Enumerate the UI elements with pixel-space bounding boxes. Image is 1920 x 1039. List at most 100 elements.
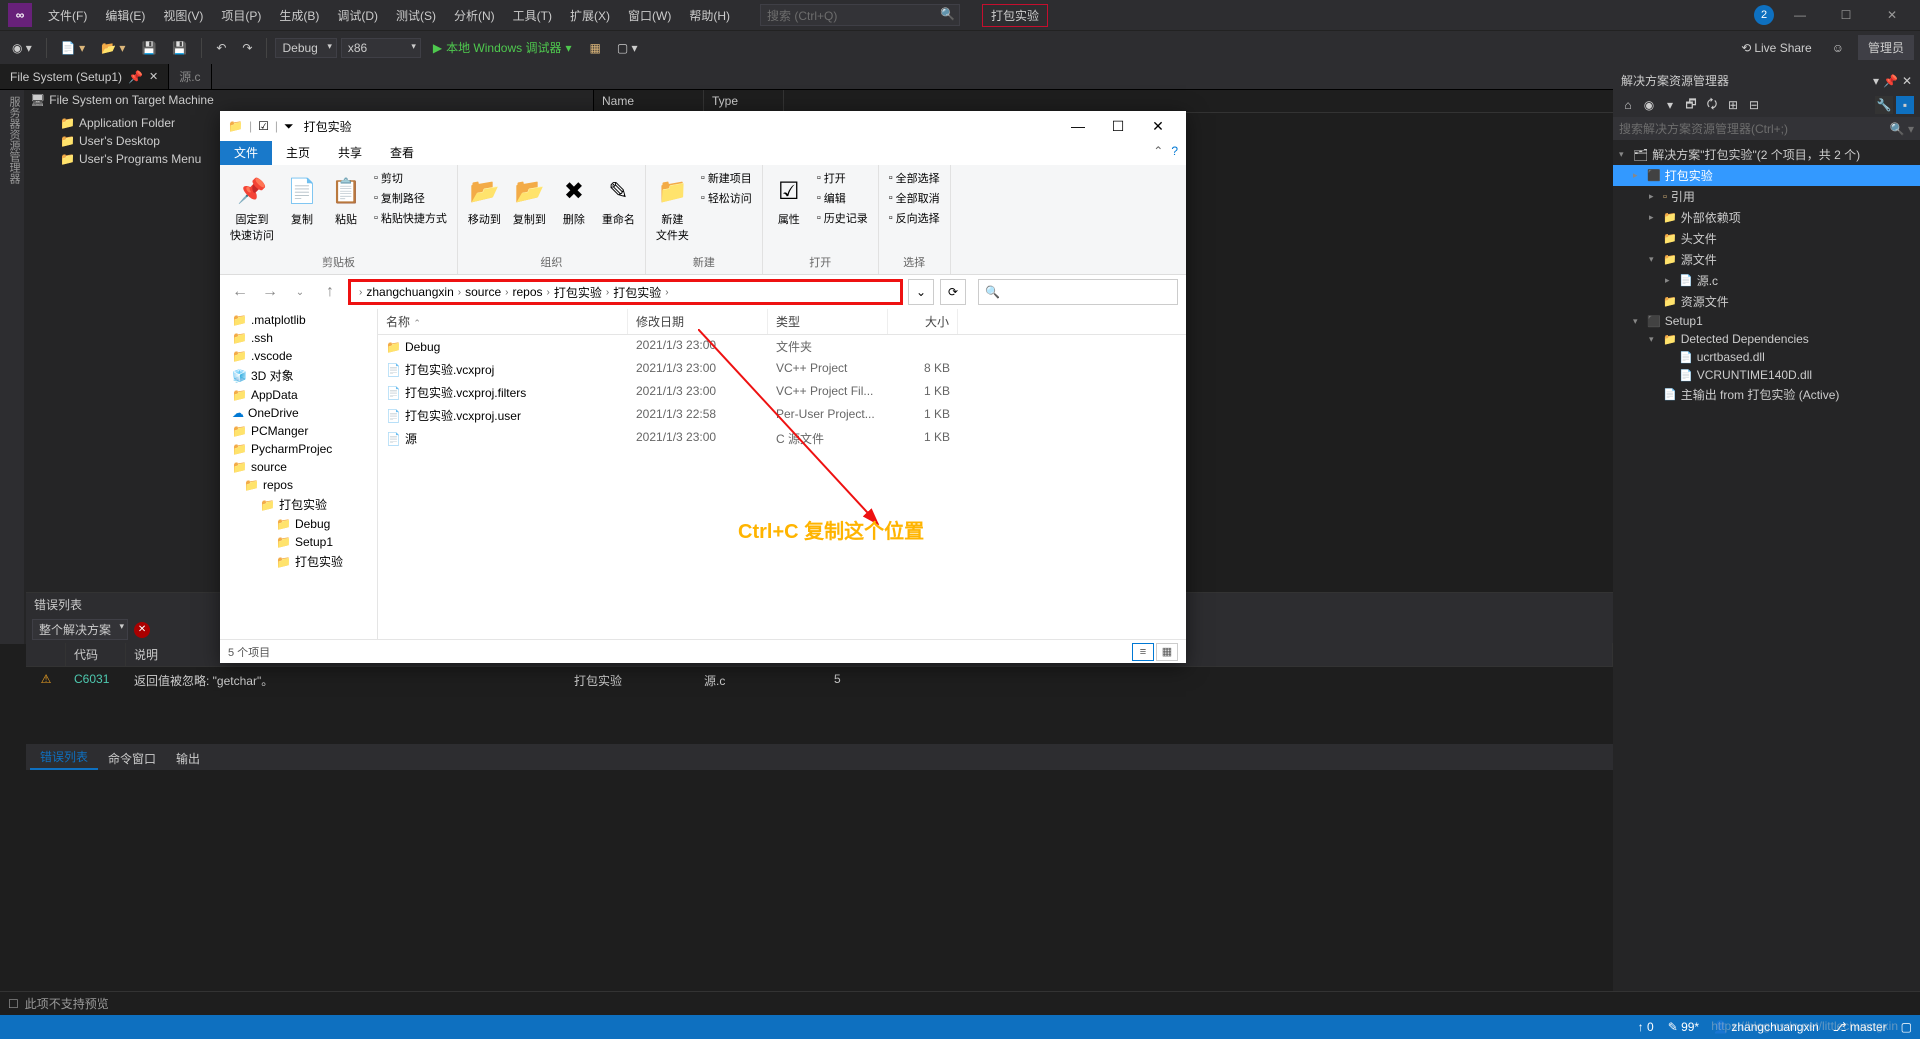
tree-node[interactable]: 📁Debug [220, 515, 377, 533]
expander-icon[interactable]: ▸ [1649, 191, 1659, 202]
home-icon[interactable]: ⌂ [1619, 96, 1637, 114]
run-button[interactable]: ▶ 本地 Windows 调试器 ▾ [425, 37, 580, 58]
col-name[interactable]: Name [594, 90, 704, 112]
save-all-button[interactable]: 💾 [166, 38, 193, 58]
ribbon-small-button[interactable]: ▫ 新建项目 [697, 169, 756, 187]
tree-node[interactable]: ☁OneDrive [220, 404, 377, 422]
ribbon-collapse-icon[interactable]: ⌃ [1153, 144, 1163, 162]
tree-node[interactable]: 📁source [220, 458, 377, 476]
col-type[interactable]: 类型 [768, 309, 888, 334]
live-share-button[interactable]: ⟲ Live Share [1735, 38, 1817, 58]
refresh-icon[interactable]: 🗘 [1703, 96, 1721, 114]
ribbon-button[interactable]: ✖删除 [554, 169, 594, 229]
menu-extensions[interactable]: 扩展(X) [562, 3, 618, 28]
config-dropdown[interactable]: Debug [275, 38, 336, 58]
save-button[interactable]: 💾 [135, 38, 162, 58]
tree-node[interactable]: 📁.vscode [220, 347, 377, 365]
path-dropdown-icon[interactable]: ⌄ [908, 279, 934, 305]
tab-source-c[interactable]: 源.c [169, 64, 211, 89]
sln-tool-icon[interactable]: ▾ [1661, 96, 1679, 114]
ribbon-tab-view[interactable]: 查看 [376, 141, 428, 165]
chevron-icon[interactable]: ▾ [1619, 149, 1629, 160]
pin-icon[interactable]: 📌 [128, 70, 143, 84]
sln-node[interactable]: 📄ucrtbased.dll [1613, 348, 1920, 366]
tool-button-2[interactable]: ▢ ▾ [611, 38, 644, 58]
breadcrumb-item[interactable]: 打包实验 [554, 284, 602, 301]
menu-tools[interactable]: 工具(T) [505, 3, 560, 28]
ribbon-button[interactable]: 📂复制到 [509, 169, 550, 229]
error-count-icon[interactable]: ✕ [134, 622, 150, 638]
error-row[interactable]: ⚠ C6031 返回值被忽略: "getchar"。 打包实验 源.c 5 [26, 667, 1613, 694]
ribbon-button[interactable]: 📄复制 [282, 169, 322, 229]
breadcrumb-item[interactable]: 打包实验 [613, 284, 661, 301]
sync-icon[interactable]: 🗗 [1682, 96, 1700, 114]
file-row[interactable]: 📁Debug2021/1/3 23:00文件夹 [378, 335, 1186, 358]
tab-command[interactable]: 命令窗口 [98, 747, 166, 770]
file-row[interactable]: 📄打包实验.vcxproj.filters2021/1/3 23:00VC++ … [378, 381, 1186, 404]
repo-icon[interactable]: ▢ [1901, 1020, 1912, 1034]
ribbon-tab-home[interactable]: 主页 [272, 141, 324, 165]
sln-node[interactable]: 📁资源文件 [1613, 291, 1920, 312]
ribbon-button[interactable]: 📋粘贴 [326, 169, 366, 229]
tree-node[interactable]: 🧊3D 对象 [220, 365, 377, 386]
ribbon-button[interactable]: ✎重命名 [598, 169, 639, 229]
sln-search-input[interactable]: 搜索解决方案资源管理器(Ctrl+;) 🔍 ▾ [1613, 117, 1920, 140]
col-name[interactable]: 名称 ⌃ [378, 309, 628, 334]
col-size[interactable]: 大小 [888, 309, 958, 334]
ribbon-button[interactable]: 📌固定到 快速访问 [226, 169, 278, 245]
notification-badge[interactable]: 2 [1754, 5, 1774, 25]
ribbon-button[interactable]: 📁新建 文件夹 [652, 169, 693, 245]
menu-build[interactable]: 生成(B) [271, 3, 327, 28]
nav-up-icon[interactable]: ↑ [318, 280, 342, 304]
error-scope-dropdown[interactable]: 整个解决方案 [32, 619, 128, 640]
tool-button-1[interactable]: ▦ [583, 38, 606, 58]
sln-tool-icon[interactable]: ⊞ [1724, 96, 1742, 114]
sln-close-icon[interactable]: ✕ [1902, 74, 1912, 88]
file-row[interactable]: 📄打包实验.vcxproj.user2021/1/3 22:58Per-User… [378, 404, 1186, 427]
sln-node[interactable]: ▾⬛Setup1 [1613, 312, 1920, 330]
sln-node[interactable]: ▾📁Detected Dependencies [1613, 330, 1920, 348]
sln-node[interactable]: ▸▫引用 [1613, 186, 1920, 207]
expander-icon[interactable]: ▾ [1633, 316, 1643, 327]
menu-analyze[interactable]: 分析(N) [446, 3, 503, 28]
tab-file-system[interactable]: File System (Setup1) 📌 ✕ [0, 64, 169, 89]
tree-node[interactable]: 📁PycharmProjec [220, 440, 377, 458]
search-input[interactable]: 搜索 (Ctrl+Q) 🔍 [760, 4, 960, 26]
col-type[interactable]: Type [704, 90, 784, 112]
menu-window[interactable]: 窗口(W) [620, 3, 679, 28]
source-control-add[interactable]: ↑ 0 [1638, 1020, 1654, 1034]
ribbon-small-button[interactable]: ▫ 历史记录 [813, 209, 872, 227]
tree-node[interactable]: 📁.matplotlib [220, 311, 377, 329]
tree-node[interactable]: 📁AppData [220, 386, 377, 404]
ribbon-small-button[interactable]: ▫ 轻松访问 [697, 189, 756, 207]
close-icon[interactable]: ✕ [1872, 1, 1912, 29]
expander-icon[interactable]: ▾ [1649, 334, 1659, 345]
new-button[interactable]: 📄 ▾ [55, 38, 91, 58]
maximize-icon[interactable]: ☐ [1098, 112, 1138, 140]
maximize-icon[interactable]: ☐ [1826, 1, 1866, 29]
ribbon-button[interactable]: 📂移动到 [464, 169, 505, 229]
tree-node[interactable]: 📁repos [220, 476, 377, 494]
undo-button[interactable]: ↶ [210, 38, 232, 58]
col-date[interactable]: 修改日期 [628, 309, 768, 334]
breadcrumb-path[interactable]: ›zhangchuangxin›source›repos›打包实验›打包实验› [348, 279, 903, 305]
ribbon-button[interactable]: ☑属性 [769, 169, 809, 229]
refresh-icon[interactable]: ⟳ [940, 279, 966, 305]
ribbon-small-button[interactable]: ▫ 粘贴快捷方式 [370, 209, 451, 227]
menu-help[interactable]: 帮助(H) [681, 3, 738, 28]
sln-tool-icon[interactable]: ◉ [1640, 96, 1658, 114]
tree-node[interactable]: 📁Setup1 [220, 533, 377, 551]
redo-button[interactable]: ↷ [236, 38, 258, 58]
view-icons-icon[interactable]: ▦ [1156, 643, 1178, 661]
expander-icon[interactable]: ▸ [1633, 170, 1643, 181]
sln-node[interactable]: 📄主输出 from 打包实验 (Active) [1613, 384, 1920, 405]
sln-node[interactable]: ▸📄源.c [1613, 270, 1920, 291]
sln-root[interactable]: ▾🗂解决方案"打包实验"(2 个项目，共 2 个) [1613, 144, 1920, 165]
sln-node[interactable]: ▾📁源文件 [1613, 249, 1920, 270]
menu-debug[interactable]: 调试(D) [329, 3, 386, 28]
tree-node[interactable]: 📁.ssh [220, 329, 377, 347]
col-code[interactable]: 代码 [66, 643, 126, 666]
sln-tool-icon[interactable]: ⊟ [1745, 96, 1763, 114]
open-button[interactable]: 📂 ▾ [95, 38, 131, 58]
wrench-icon[interactable]: 🔧 [1875, 96, 1893, 114]
